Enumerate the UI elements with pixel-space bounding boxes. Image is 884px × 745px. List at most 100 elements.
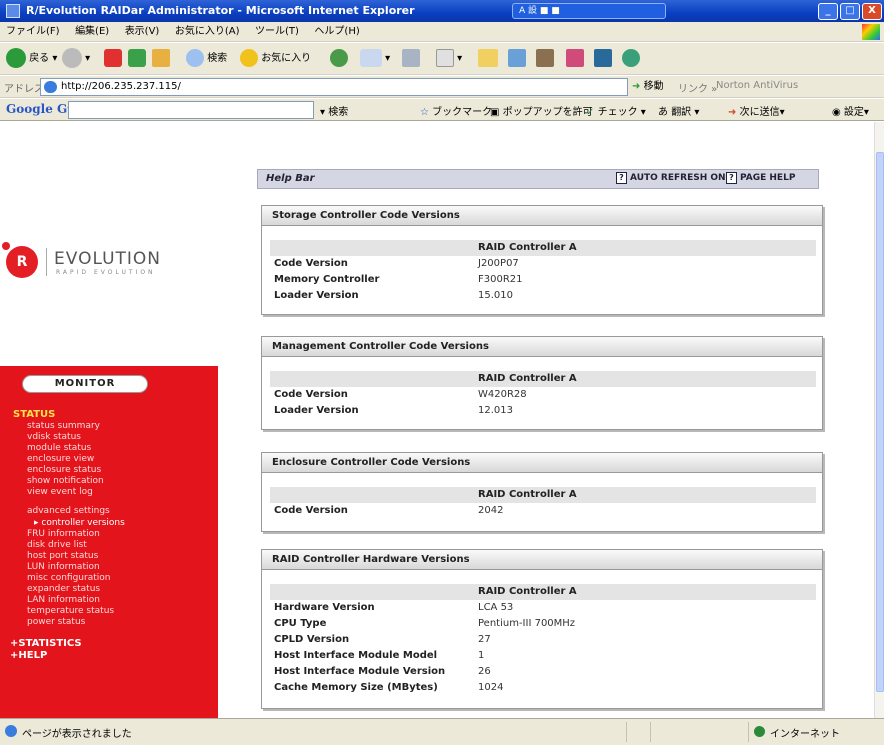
menu-file[interactable]: ファイル(F) — [0, 22, 66, 42]
nav-vdisk-status[interactable]: vdisk status — [27, 432, 81, 443]
versions-table: RAID Controller A Code Version J200P07 Me… — [270, 240, 816, 304]
stop-icon — [104, 49, 122, 67]
page-icon — [44, 81, 57, 93]
table-row: Host Interface Module Model 1 — [274, 650, 485, 661]
nav-status-summary[interactable]: status summary — [27, 421, 100, 432]
folder-icon — [478, 49, 498, 67]
nav-expander-status[interactable]: expander status — [27, 584, 100, 595]
google-logo[interactable]: Google G▾ — [6, 102, 73, 116]
nav-enclosure-status[interactable]: enclosure status — [27, 465, 101, 476]
media-icon — [594, 49, 612, 67]
go-arrow-icon: ➜ — [632, 81, 641, 92]
send-to-button[interactable]: ➜ 次に送信▾ — [728, 103, 785, 118]
status-text: ページが表示されました — [22, 729, 132, 740]
monitor-button[interactable]: MONITOR — [22, 375, 148, 393]
nav-lun-information[interactable]: LUN information — [27, 562, 100, 573]
edit-button[interactable]: ▾ — [436, 48, 462, 70]
print-button[interactable] — [402, 48, 420, 70]
forward-arrow-icon — [62, 48, 82, 68]
tray-toolbar[interactable]: A 設 ■ ■ — [512, 3, 666, 19]
tools-icon — [566, 49, 584, 67]
folder-button[interactable] — [478, 48, 498, 70]
table-row: Loader Version 12.013 — [274, 405, 513, 416]
nav-view-event-log[interactable]: view event log — [27, 487, 93, 498]
history-button[interactable] — [330, 48, 348, 70]
group-button[interactable] — [622, 48, 640, 70]
go-button[interactable]: ➜ 移動 — [632, 79, 664, 95]
star-bookmark-icon: ☆ — [420, 107, 429, 118]
stop-button[interactable] — [104, 48, 122, 70]
menu-help[interactable]: ヘルプ(H) — [308, 22, 365, 42]
nav-power-status[interactable]: power status — [27, 617, 85, 628]
page-viewport: R EVOLUTION RAPID EVOLUTION MONITOR STAT… — [0, 122, 874, 718]
help-question-icon: ? — [616, 172, 627, 184]
sidebar-nav: MONITOR STATUS status summary vdisk stat… — [0, 366, 218, 718]
google-search-input[interactable] — [68, 101, 314, 119]
media-button[interactable] — [594, 48, 612, 70]
nav-enclosure-view[interactable]: enclosure view — [27, 454, 94, 465]
spellcheck-button[interactable]: ✓ チェック ▾ — [586, 103, 646, 118]
table-row: Code Version J200P07 — [274, 258, 519, 269]
page-help-button[interactable]: ? PAGE HELP — [726, 172, 795, 184]
table-row: CPLD Version 27 — [274, 634, 491, 645]
settings-button[interactable]: ◉ 設定▾ — [832, 103, 869, 118]
popup-allow-button[interactable]: ▣ ポップアップを許可 — [490, 103, 593, 118]
menu-favorites[interactable]: お気に入り(A) — [169, 22, 246, 42]
address-input[interactable]: http://206.235.237.115/ — [40, 78, 628, 96]
history-icon — [330, 49, 348, 67]
google-toolbar: Google G▾ ▾ 検索 ☆ ブックマーク▾ ▣ ポップアップを許可 ✓ チ… — [0, 99, 884, 121]
window-title: R/Evolution RAIDar Administrator - Micro… — [26, 4, 415, 17]
nav-module-status[interactable]: module status — [27, 443, 91, 454]
table-header-row: RAID Controller A — [270, 371, 816, 387]
translate-button[interactable]: あ 翻訳 ▾ — [658, 103, 699, 118]
help-section-heading[interactable]: +HELP — [10, 650, 47, 661]
nav-show-notification[interactable]: show notification — [27, 476, 104, 487]
scrollbar-thumb[interactable] — [876, 152, 884, 692]
mail-button[interactable]: ▾ — [360, 48, 390, 70]
table-row: Loader Version 15.010 — [274, 290, 513, 301]
statistics-section-heading[interactable]: +STATISTICS — [10, 638, 82, 649]
links-button[interactable]: リンク » — [678, 80, 717, 95]
close-button[interactable]: X — [862, 3, 882, 20]
table-header-row: RAID Controller A — [270, 240, 816, 256]
bookmarks-button[interactable]: ☆ ブックマーク▾ — [420, 103, 497, 118]
back-button[interactable]: 戻る ▾ — [6, 48, 57, 70]
nav-fru-information[interactable]: FRU information — [27, 529, 100, 540]
menu-tools[interactable]: ツール(T) — [249, 22, 305, 42]
vertical-scrollbar[interactable] — [874, 122, 884, 718]
research-button[interactable] — [536, 48, 554, 70]
tools-button[interactable] — [566, 48, 584, 70]
nav-misc-configuration[interactable]: misc configuration — [27, 573, 110, 584]
nav-controller-versions[interactable]: ▸ controller versions — [34, 518, 125, 529]
home-button[interactable] — [152, 48, 170, 70]
refresh-button[interactable] — [128, 48, 146, 70]
favorites-button[interactable]: お気に入り — [240, 48, 311, 70]
table-row: Host Interface Module Version 26 — [274, 666, 491, 677]
table-row: Code Version 2042 — [274, 505, 504, 516]
menu-view[interactable]: 表示(V) — [119, 22, 166, 42]
nav-temperature-status[interactable]: temperature status — [27, 606, 114, 617]
search-button[interactable]: 検索 — [186, 48, 227, 70]
status-section-heading[interactable]: STATUS — [13, 409, 55, 420]
nav-lan-information[interactable]: LAN information — [27, 595, 100, 606]
refresh-icon — [128, 49, 146, 67]
group-icon — [622, 49, 640, 67]
nav-advanced-settings[interactable]: advanced settings — [27, 506, 110, 517]
nav-host-port-status[interactable]: host port status — [27, 551, 98, 562]
settings-icon: ◉ — [832, 107, 841, 118]
auto-refresh-button[interactable]: ? AUTO REFRESH ON — [616, 172, 726, 184]
forward-button[interactable]: ▾ — [62, 48, 90, 70]
minimize-button[interactable]: _ — [818, 3, 838, 20]
messenger-button[interactable] — [508, 48, 526, 70]
versions-table: RAID Controller A Code Version W420R28 Lo… — [270, 371, 816, 419]
storage-controller-panel: Storage Controller Code Versions RAID Co… — [261, 205, 823, 315]
maximize-button[interactable]: □ — [840, 3, 860, 20]
norton-antivirus-button[interactable]: Norton AntiVirus — [716, 80, 798, 91]
google-search-button[interactable]: ▾ 検索 — [320, 103, 348, 118]
star-icon — [240, 49, 258, 67]
menu-edit[interactable]: 編集(E) — [69, 22, 115, 42]
management-controller-panel: Management Controller Code Versions RAID… — [261, 336, 823, 430]
versions-table: RAID Controller A Hardware Version LCA 53… — [270, 584, 816, 696]
popup-icon: ▣ — [490, 107, 500, 118]
nav-disk-drive-list[interactable]: disk drive list — [27, 540, 87, 551]
